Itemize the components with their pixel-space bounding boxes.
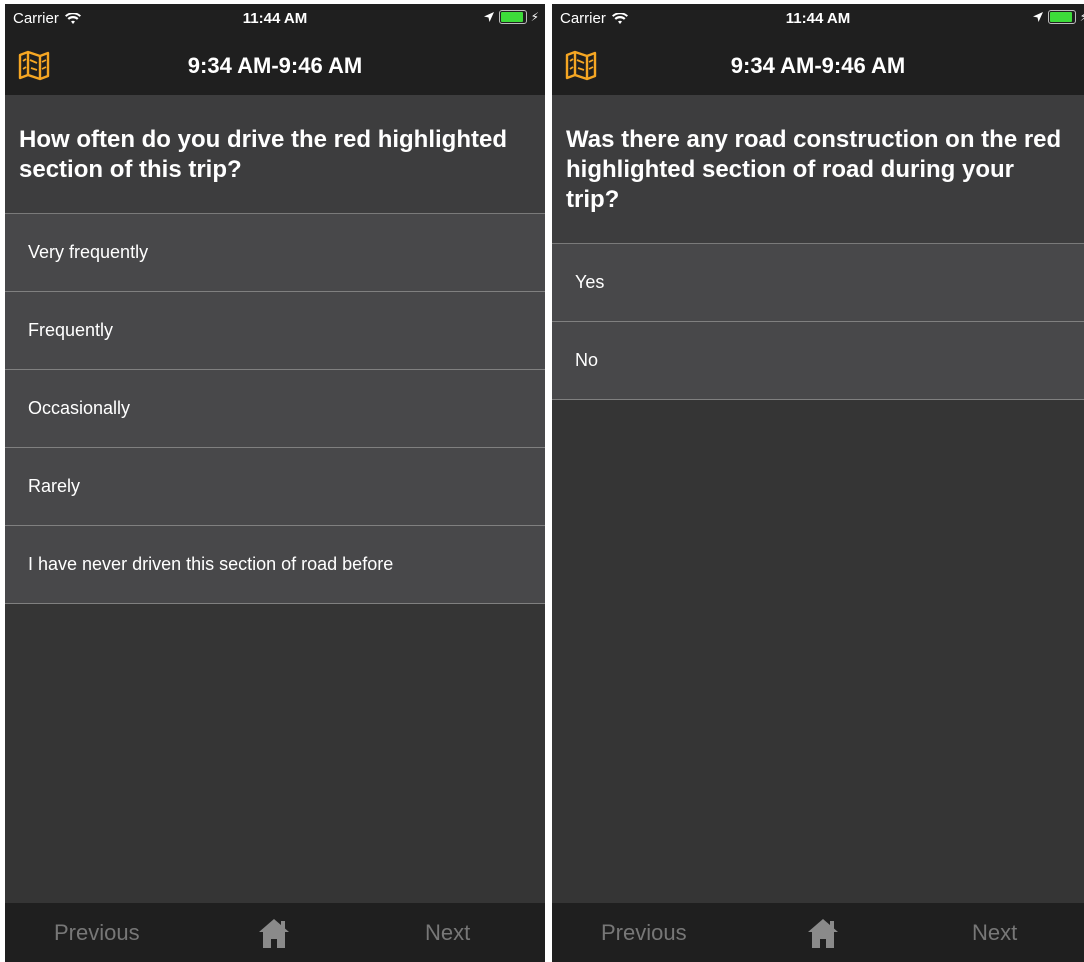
option-frequently[interactable]: Frequently bbox=[5, 292, 545, 370]
bottom-toolbar: Previous Next bbox=[552, 903, 1084, 962]
location-arrow-icon bbox=[483, 12, 494, 22]
bottom-toolbar: Previous Next bbox=[5, 903, 545, 962]
option-no[interactable]: No bbox=[552, 322, 1084, 400]
status-bar: Carrier 11:44 AM ⚡ bbox=[5, 4, 545, 34]
charging-bolt-icon: ⚡ bbox=[1079, 10, 1084, 24]
next-button[interactable]: Next bbox=[425, 920, 470, 946]
trip-time-range: 9:34 AM-9:46 AM bbox=[187, 53, 363, 78]
option-label: I have never driven this section of road… bbox=[28, 554, 394, 574]
charging-bolt-icon: ⚡ bbox=[530, 10, 539, 24]
option-label: Frequently bbox=[28, 320, 114, 340]
option-label: Yes bbox=[575, 272, 605, 292]
question-text: How often do you drive the red highlight… bbox=[5, 95, 545, 214]
screen-drive-frequency: Carrier 11:44 AM ⚡ 9:34 AM-9:46 AM How o… bbox=[5, 4, 545, 962]
home-icon[interactable] bbox=[806, 916, 840, 950]
option-never-driven[interactable]: I have never driven this section of road… bbox=[5, 526, 545, 604]
screen-road-construction: Carrier 11:44 AM ⚡ 9:34 AM-9:46 AM Was t… bbox=[552, 4, 1084, 962]
option-yes[interactable]: Yes bbox=[552, 244, 1084, 322]
trip-time-range: 9:34 AM-9:46 AM bbox=[730, 53, 906, 78]
nav-bar: 9:34 AM-9:46 AM bbox=[552, 34, 1084, 95]
next-button[interactable]: Next bbox=[972, 920, 1017, 946]
home-icon[interactable] bbox=[257, 916, 291, 950]
question-text: Was there any road construction on the r… bbox=[552, 95, 1084, 244]
previous-button[interactable]: Previous bbox=[601, 920, 687, 946]
answer-options: Yes No bbox=[552, 244, 1084, 400]
option-occasionally[interactable]: Occasionally bbox=[5, 370, 545, 448]
battery-icon bbox=[498, 10, 527, 24]
option-label: No bbox=[575, 350, 599, 370]
option-very-frequently[interactable]: Very frequently bbox=[5, 214, 545, 292]
battery-icon bbox=[1047, 10, 1076, 24]
status-time: 11:44 AM bbox=[242, 10, 308, 27]
status-bar: Carrier 11:44 AM ⚡ bbox=[552, 4, 1084, 34]
previous-button[interactable]: Previous bbox=[54, 920, 140, 946]
option-label: Occasionally bbox=[28, 398, 131, 418]
answer-options: Very frequently Frequently Occasionally … bbox=[5, 214, 545, 604]
status-time: 11:44 AM bbox=[785, 10, 851, 27]
option-rarely[interactable]: Rarely bbox=[5, 448, 545, 526]
location-arrow-icon bbox=[1032, 12, 1043, 22]
option-label: Very frequently bbox=[28, 242, 149, 262]
option-label: Rarely bbox=[28, 476, 81, 496]
nav-bar: 9:34 AM-9:46 AM bbox=[5, 34, 545, 95]
